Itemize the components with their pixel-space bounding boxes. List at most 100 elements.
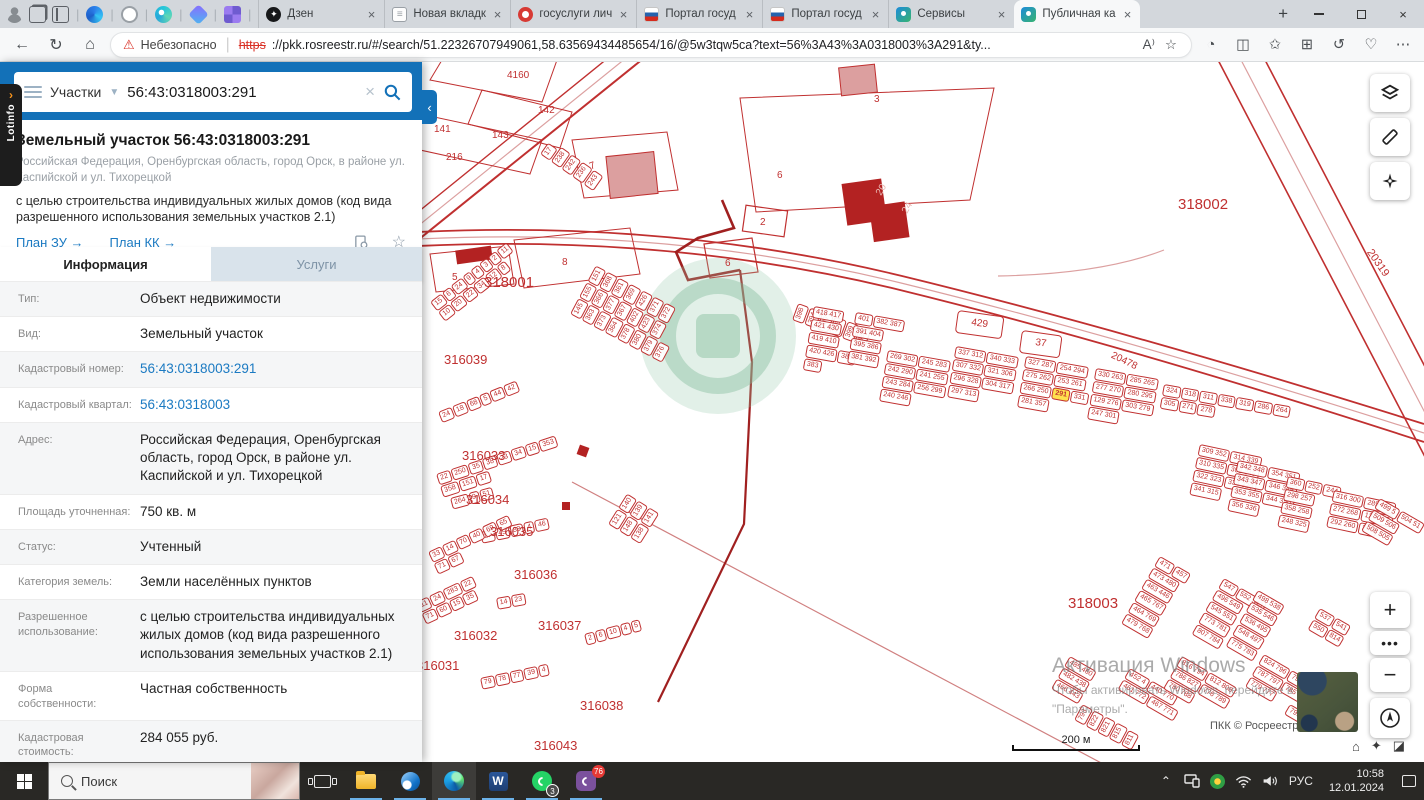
browser-tab-servisy[interactable]: Сервисы × [888,0,1014,28]
layers-button[interactable] [1370,74,1410,112]
parcel-338[interactable]: 338 [1216,393,1237,409]
profile-icon[interactable] [6,5,23,23]
collections-icon[interactable]: ⊞ [1294,32,1320,58]
tray-chevron-icon[interactable]: ⌃ [1153,762,1179,800]
close-button[interactable]: × [1382,0,1424,28]
wifi-icon[interactable] [1231,762,1257,800]
browser-tab-new-tab[interactable]: Новая вкладк × [384,0,510,28]
search-highlight-image[interactable] [251,763,299,799]
browser-tab-dzen[interactable]: Дзен × [258,0,384,28]
zoom-out-button[interactable]: − [1370,658,1410,692]
parcel-331[interactable]: 331 [1069,390,1090,406]
clock[interactable]: 10:58 12.01.2024 [1319,767,1394,796]
tab-close-icon[interactable]: × [366,7,378,22]
collapse-panel-button[interactable]: ‹ [422,90,437,124]
lotinfo-extension-tab[interactable]: › Lotinfo [0,84,22,186]
cadastral-map[interactable]: 15 6 24 9 4 3 2 11 10 20 22 34 12 8 145 155 151 363 366 368… [422,62,1424,762]
parcel-5[interactable]: 5 [629,619,643,634]
tab-close-icon[interactable]: × [492,7,504,22]
home-small-icon[interactable]: ⌂ [1352,739,1360,754]
measure-button[interactable] [1370,118,1410,156]
browser-essentials-icon[interactable]: ♡ [1358,32,1384,58]
browser-tab-gosuslugi[interactable]: госуслуги лич × [510,0,636,28]
minimize-button[interactable] [1298,0,1340,28]
device-icon[interactable] [1179,762,1205,800]
sidebar-window-icon[interactable] [52,5,69,23]
address-bar[interactable]: ⚠ Небезопасно | https://pkk.rosreestr.ru… [110,31,1192,58]
tray-time: 10:58 [1356,767,1384,780]
parcel-4[interactable]: 4 [537,663,551,678]
more-menu-icon[interactable]: ⋯ [1390,32,1416,58]
info-value[interactable]: 56:43:0318003 [140,396,422,414]
read-aloud-icon[interactable]: A⁾ [1141,37,1157,53]
browser-tab-portal-gosuslug-1[interactable]: Портал госуд × [636,0,762,28]
favorite-star-icon[interactable]: ☆ [1163,37,1179,53]
copilot-diamond-icon[interactable] [187,3,209,25]
center-marker-button[interactable] [1370,162,1410,200]
maximize-button[interactable] [1340,0,1382,28]
parcel-319[interactable]: 319 [1234,396,1255,412]
word-button[interactable]: W [476,762,520,800]
taskbar-search-box[interactable]: Поиск [48,762,300,800]
task-view-button[interactable] [300,762,344,800]
tab-close-icon[interactable]: × [870,7,882,22]
parcel-14[interactable]: 14 [496,595,512,610]
tab-stack-icon[interactable] [29,5,46,23]
menu-icon[interactable] [24,86,42,98]
file-explorer-button[interactable] [344,762,388,800]
tab-informaciya[interactable]: Информация [0,247,211,281]
apps-grid-icon[interactable] [223,5,241,23]
parcel-23[interactable]: 23 [510,593,527,608]
info-value[interactable]: 56:43:0318003:291 [140,360,422,378]
search-input[interactable] [127,83,358,101]
parcel-264[interactable]: 264 [1271,403,1292,419]
split-screen-icon[interactable]: ◫ [1230,32,1256,58]
pinned-separator: | [76,6,80,22]
history-icon[interactable]: ↺ [1326,32,1352,58]
mail-app-button[interactable] [388,762,432,800]
refresh-button[interactable]: ↻ [42,31,70,59]
tab-close-icon[interactable]: × [744,7,756,22]
basemap-preview-thumbnail[interactable] [1297,672,1358,732]
start-button[interactable] [0,762,48,800]
tab-close-icon[interactable]: × [1122,7,1134,22]
browser-tab-publichnaya-karta[interactable]: Публичная ка × [1014,0,1141,28]
language-indicator[interactable]: РУС [1283,762,1319,800]
chevron-down-icon[interactable]: ▼ [109,87,119,98]
antivirus-tray-icon[interactable] [1205,762,1231,800]
parcel-291[interactable]: 291 [1051,387,1071,403]
fullscreen-small-icon[interactable]: ◪ [1393,738,1405,754]
tab-close-icon[interactable]: × [618,7,630,22]
parcel-286[interactable]: 286 [1253,400,1273,416]
crosshair-small-icon[interactable]: ✦ [1371,738,1382,754]
pkk-favicon [896,6,912,22]
zoom-more-button[interactable]: ••• [1370,631,1410,655]
map-label: 6 [725,258,731,269]
browser-tab-portal-gosuslug-2[interactable]: Портал госуд × [762,0,888,28]
extension-swirl-icon[interactable] [155,5,173,23]
search-category[interactable]: Участки [50,84,101,100]
back-button[interactable]: ← [8,31,36,59]
edge-button[interactable] [432,762,476,800]
volume-icon[interactable] [1257,762,1283,800]
quarter-label-316034: 316034 [466,492,510,507]
tab-uslugi[interactable]: Услуги [211,247,422,281]
whatsapp-button[interactable]: 3 [520,762,564,800]
extension-ring-icon[interactable] [120,5,138,23]
panel-tabs: Информация Услуги [0,247,422,281]
clear-search-icon[interactable]: × [365,82,375,102]
tab-close-icon[interactable]: × [996,7,1008,22]
notification-center-button[interactable] [1394,762,1424,800]
edge-globe-icon[interactable] [86,5,104,23]
new-tab-button[interactable]: + [1268,1,1298,27]
search-bar[interactable]: Участки ▼ × [14,72,412,112]
copilot-icon[interactable]: ◔ [1198,32,1224,58]
lotinfo-label: Lotinfo [5,104,17,142]
search-icon[interactable] [383,83,402,102]
viber-button[interactable]: 76 [564,762,608,800]
home-button[interactable]: ⌂ [76,31,104,59]
favorites-bar-icon[interactable]: ✩ [1262,32,1288,58]
locate-button[interactable] [1370,698,1410,738]
security-label[interactable]: Небезопасно [141,38,217,52]
zoom-in-button[interactable]: + [1370,592,1410,628]
